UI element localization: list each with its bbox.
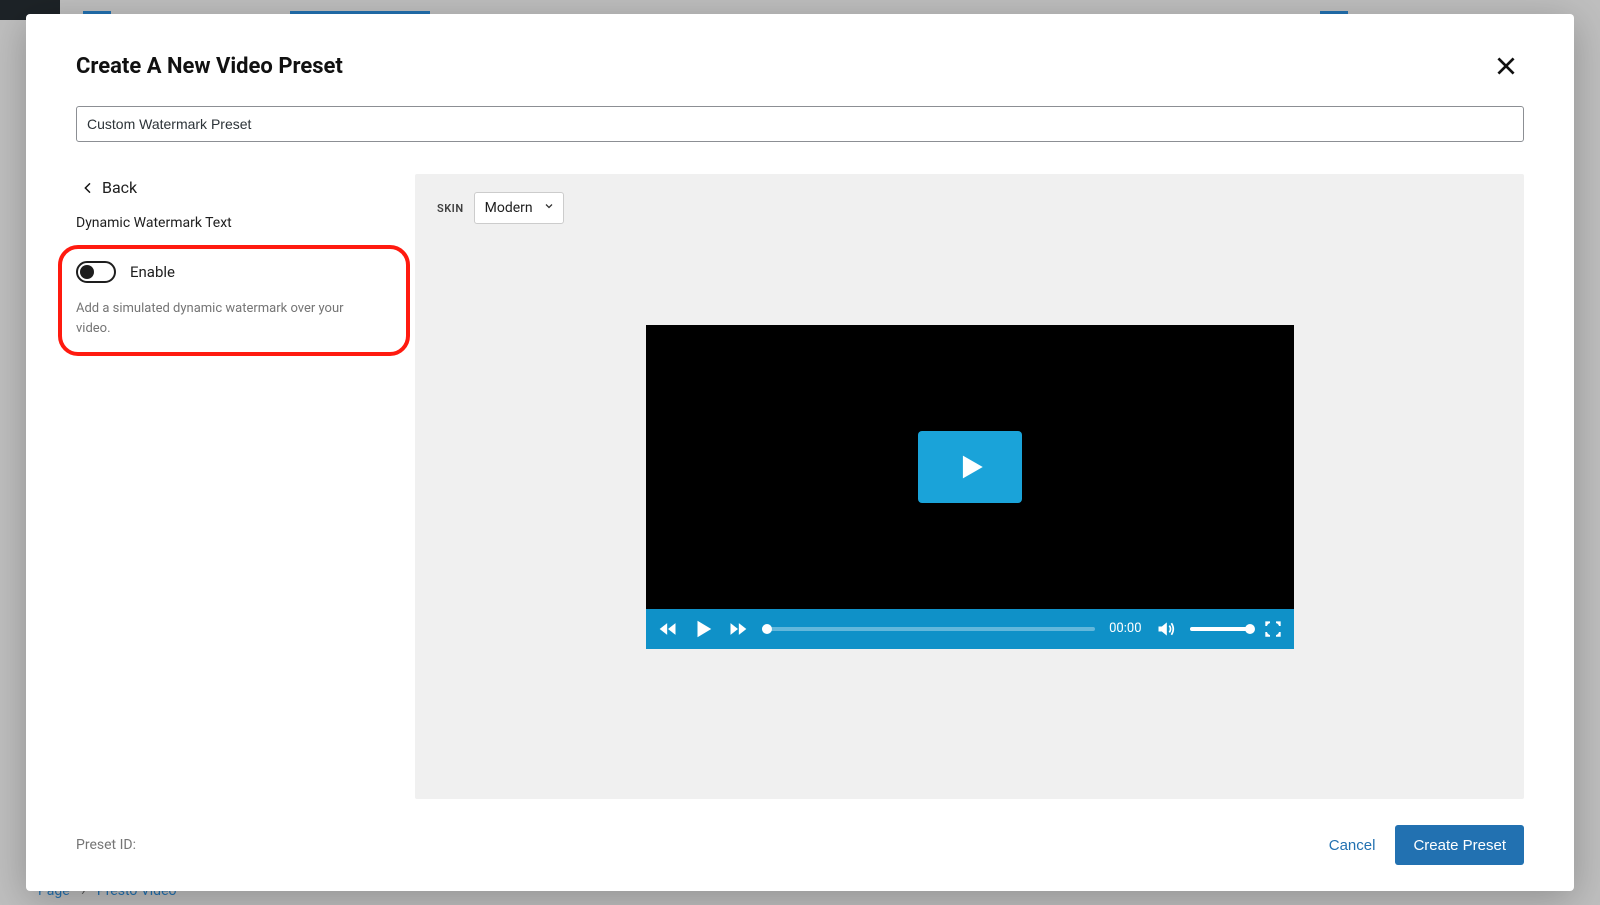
close-button[interactable]: [1488, 48, 1524, 84]
video-player: 00:00: [646, 325, 1294, 649]
big-play-button[interactable]: [918, 431, 1022, 503]
forward-button[interactable]: [728, 619, 748, 639]
section-title: Dynamic Watermark Text: [76, 215, 407, 231]
fullscreen-button[interactable]: [1264, 620, 1282, 638]
volume-slider[interactable]: [1190, 627, 1250, 631]
chevron-down-icon: [543, 200, 555, 216]
play-icon: [953, 450, 987, 484]
fullscreen-icon: [1264, 620, 1282, 638]
enable-setting-highlight: Enable Add a simulated dynamic watermark…: [58, 245, 410, 356]
close-icon: [1493, 53, 1519, 79]
rewind-button[interactable]: [658, 619, 678, 639]
enable-toggle[interactable]: [76, 261, 116, 283]
enable-toggle-label: Enable: [130, 263, 175, 281]
create-preset-modal: Create A New Video Preset Back Dynamic W…: [26, 14, 1574, 891]
video-controls: 00:00: [646, 609, 1294, 649]
skin-select-value: Modern: [485, 200, 533, 216]
volume-icon: [1156, 619, 1176, 639]
preview-panel: SKIN Modern: [415, 174, 1524, 799]
play-icon: [692, 618, 714, 640]
cancel-button[interactable]: Cancel: [1329, 837, 1376, 854]
progress-slider[interactable]: [762, 627, 1096, 631]
back-button[interactable]: Back: [76, 174, 407, 201]
volume-button[interactable]: [1156, 619, 1176, 639]
create-preset-button[interactable]: Create Preset: [1395, 825, 1524, 865]
play-button[interactable]: [692, 618, 714, 640]
back-label: Back: [102, 178, 137, 197]
rewind-icon: [658, 619, 678, 639]
enable-toggle-description: Add a simulated dynamic watermark over y…: [76, 299, 356, 338]
preset-id-label: Preset ID:: [76, 837, 136, 853]
time-display: 00:00: [1109, 621, 1141, 636]
skin-label: SKIN: [437, 202, 464, 215]
forward-icon: [728, 619, 748, 639]
chevron-left-icon: [80, 180, 96, 196]
preset-name-input[interactable]: [76, 106, 1524, 142]
skin-select[interactable]: Modern: [474, 192, 564, 224]
modal-title: Create A New Video Preset: [76, 54, 343, 79]
